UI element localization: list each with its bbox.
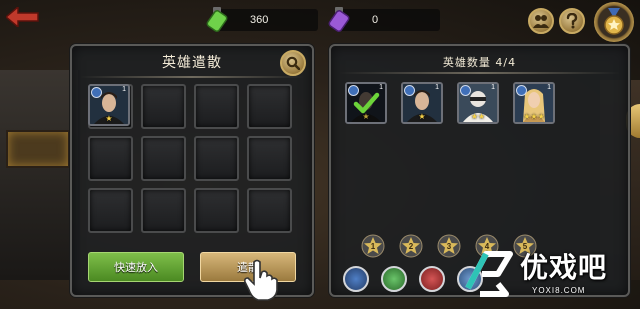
hero-card[interactable]: 1 ★★★ [513, 82, 555, 124]
class-badge-icon [404, 85, 415, 96]
purple-resource-value: 0 [372, 14, 379, 26]
hero-level: 1 [122, 86, 126, 93]
hero-stars: ★★ [470, 112, 486, 121]
disband-slot[interactable] [88, 188, 133, 233]
medal-icon [604, 8, 624, 35]
purple-potion-icon [328, 7, 350, 32]
hero-level: 1 [435, 84, 439, 91]
hero-card[interactable]: 1 ★★ [457, 82, 499, 124]
background-train [0, 70, 80, 280]
hero-level: 1 [547, 84, 551, 91]
hand-pointer-icon [244, 259, 278, 301]
watermark-url: YOXI8.COM [532, 286, 586, 295]
green-resource-value: 360 [250, 14, 269, 26]
disband-slot[interactable] [247, 84, 292, 129]
disband-slot[interactable] [141, 84, 186, 129]
back-button[interactable] [6, 6, 40, 28]
class-badge-icon [460, 85, 471, 96]
star-filter-2[interactable]: 2 [399, 234, 423, 258]
star-filter-1[interactable]: 1 [361, 234, 385, 258]
disband-slot[interactable] [247, 188, 292, 233]
hero-stars: ★★★ [523, 112, 545, 121]
class-badge-icon [516, 85, 527, 96]
friends-button[interactable] [528, 8, 554, 34]
back-arrow-icon [6, 7, 39, 27]
help-button[interactable] [559, 8, 585, 34]
hero-card[interactable]: 1 ★ [345, 82, 387, 124]
class-filter-green-icon[interactable] [381, 266, 407, 292]
hero-card[interactable]: 1 ★ [401, 82, 443, 124]
disband-slot[interactable] [194, 188, 239, 233]
disband-slot[interactable] [141, 136, 186, 181]
search-icon [286, 56, 300, 70]
question-icon [566, 13, 578, 29]
disband-slot[interactable] [247, 136, 292, 181]
disband-slot[interactable] [141, 188, 186, 233]
friends-icon [533, 15, 549, 28]
search-button[interactable] [280, 50, 306, 76]
title-divider [80, 76, 304, 78]
watermark: 优戏吧 YOXI8.COM [458, 244, 636, 306]
star-filter-label: 2 [408, 241, 414, 251]
medal-button[interactable] [594, 2, 634, 42]
disband-slot[interactable] [88, 136, 133, 181]
hero-level: 1 [379, 84, 383, 91]
hero-stars: ★ [362, 112, 370, 121]
watermark-text: 优戏吧 [520, 251, 608, 284]
disband-panel: 英雄遣散 1 ★ 快速放入 遣散 [70, 44, 314, 301]
quick-add-button[interactable]: 快速放入 [88, 252, 184, 282]
green-resource-counter: 360 [206, 7, 318, 32]
hero-count-title: 英雄数量 4/4 [442, 56, 517, 69]
disband-slot[interactable]: 1 ★ [88, 84, 133, 129]
class-filter-blue-icon[interactable] [343, 266, 369, 292]
green-potion-icon [206, 7, 228, 32]
disband-panel-title: 英雄遣散 [162, 55, 222, 71]
hero-stars: ★ [418, 112, 426, 121]
star-filter-label: 3 [446, 241, 452, 251]
hero-stars: ★ [105, 114, 113, 123]
title-divider [339, 72, 620, 74]
class-badge-icon [348, 85, 359, 96]
star-filter-label: 1 [370, 241, 376, 251]
disband-slot[interactable] [194, 136, 239, 181]
hero-card-selected[interactable]: 1 ★ [88, 84, 130, 126]
class-badge-icon [91, 87, 102, 98]
disband-slot-grid: 1 ★ [88, 84, 292, 233]
disband-slot[interactable] [194, 84, 239, 129]
hero-level: 1 [491, 84, 495, 91]
watermark-logo-icon [465, 251, 513, 297]
purple-resource-counter: 0 [328, 7, 440, 32]
class-filter-red-icon[interactable] [419, 266, 445, 292]
